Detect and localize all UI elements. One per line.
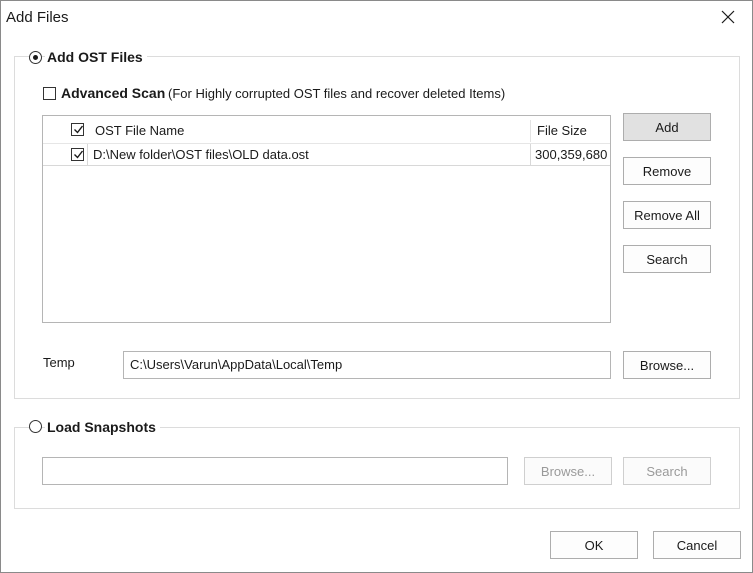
column-header-file-size[interactable]: File Size xyxy=(537,123,587,138)
snapshots-group-title[interactable]: Load Snapshots xyxy=(45,419,160,435)
close-icon xyxy=(721,10,735,24)
ok-button[interactable]: OK xyxy=(550,531,638,559)
add-files-dialog: Add Files Add OST Files Advanced Scan (F… xyxy=(0,0,753,573)
snapshot-browse-button[interactable]: Browse... xyxy=(524,457,612,485)
temp-browse-button[interactable]: Browse... xyxy=(623,351,711,379)
cell-separator xyxy=(530,144,531,166)
column-header-file-name[interactable]: OST File Name xyxy=(95,123,184,138)
temp-label: Temp xyxy=(43,355,75,370)
advanced-scan-checkbox[interactable] xyxy=(43,87,56,100)
table-row[interactable]: D:\New folder\OST files\OLD data.ost 300… xyxy=(43,144,610,166)
select-all-checkbox[interactable] xyxy=(71,123,84,136)
snapshots-radio[interactable] xyxy=(29,420,42,433)
row-file-size: 300,359,680 xyxy=(535,147,608,162)
checkmark-icon xyxy=(74,150,84,159)
advanced-scan-label[interactable]: Advanced Scan xyxy=(61,85,165,101)
title-bar: Add Files xyxy=(1,1,752,33)
ost-files-group-title[interactable]: Add OST Files xyxy=(45,49,147,65)
column-separator[interactable] xyxy=(530,120,531,142)
remove-all-button[interactable]: Remove All xyxy=(623,201,711,229)
advanced-scan-description: (For Highly corrupted OST files and reco… xyxy=(168,86,506,101)
ost-files-radio[interactable] xyxy=(29,51,42,64)
window-title: Add Files xyxy=(6,9,69,26)
list-header: OST File Name File Size xyxy=(43,116,610,144)
search-button[interactable]: Search xyxy=(623,245,711,273)
row-file-name: D:\New folder\OST files\OLD data.ost xyxy=(93,147,309,162)
checkmark-icon xyxy=(74,125,84,134)
cancel-button[interactable]: Cancel xyxy=(653,531,741,559)
close-button[interactable] xyxy=(708,1,748,33)
row-checkbox[interactable] xyxy=(71,148,84,161)
remove-button[interactable]: Remove xyxy=(623,157,711,185)
add-button[interactable]: Add xyxy=(623,113,711,141)
temp-path-input[interactable]: C:\Users\Varun\AppData\Local\Temp xyxy=(123,351,611,379)
snapshot-path-input[interactable] xyxy=(42,457,508,485)
ost-file-list[interactable]: OST File Name File Size D:\New folder\OS… xyxy=(42,115,611,323)
cell-separator xyxy=(87,144,88,166)
snapshot-search-button[interactable]: Search xyxy=(623,457,711,485)
